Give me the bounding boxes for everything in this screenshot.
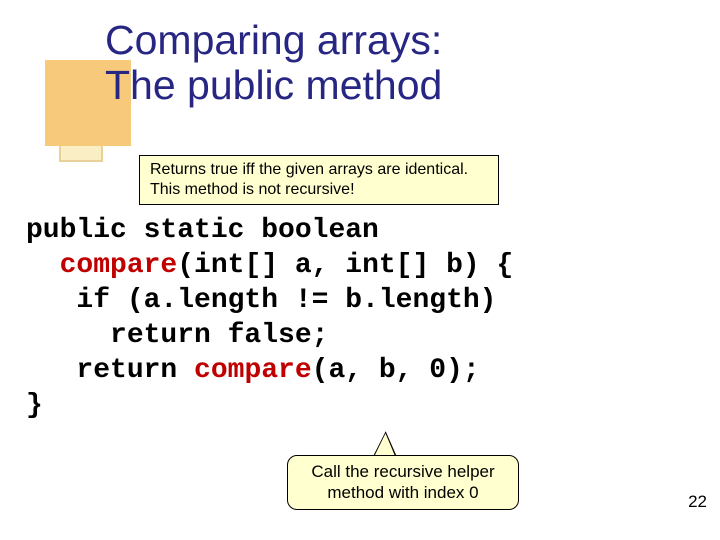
code-l5c: (a, b, 0); xyxy=(312,355,480,386)
callout1-line1: Returns true iff the given arrays are id… xyxy=(150,161,468,178)
callout2-line1: Call the recursive helper xyxy=(311,462,494,481)
callout1-line2: This method is not recursive! xyxy=(150,181,355,198)
code-l1: public static boolean xyxy=(26,215,379,246)
title-block: Comparing arrays: The public method xyxy=(45,18,442,108)
code-l3: if (a.length != b.length) xyxy=(26,285,496,316)
callout-returns-true: Returns true iff the given arrays are id… xyxy=(139,155,499,205)
title-line2: The public method xyxy=(105,62,442,108)
code-l2-compare: compare xyxy=(60,250,178,281)
page-number: 22 xyxy=(688,492,707,512)
code-block: public static boolean compare(int[] a, i… xyxy=(26,213,513,423)
title-line1: Comparing arrays: xyxy=(105,17,442,63)
code-l5-compare: compare xyxy=(194,355,312,386)
code-l5a: return xyxy=(26,355,194,386)
callout-recursive-helper: Call the recursive helper method with in… xyxy=(287,455,519,510)
callout2-line2: method with index 0 xyxy=(327,483,478,502)
code-l2c: (int[] a, int[] b) { xyxy=(177,250,513,281)
slide: Comparing arrays: The public method Retu… xyxy=(0,0,720,540)
slide-title: Comparing arrays: The public method xyxy=(45,18,442,108)
code-l2a xyxy=(26,250,60,281)
code-l6: } xyxy=(26,390,43,421)
code-l4: return false; xyxy=(26,320,328,351)
